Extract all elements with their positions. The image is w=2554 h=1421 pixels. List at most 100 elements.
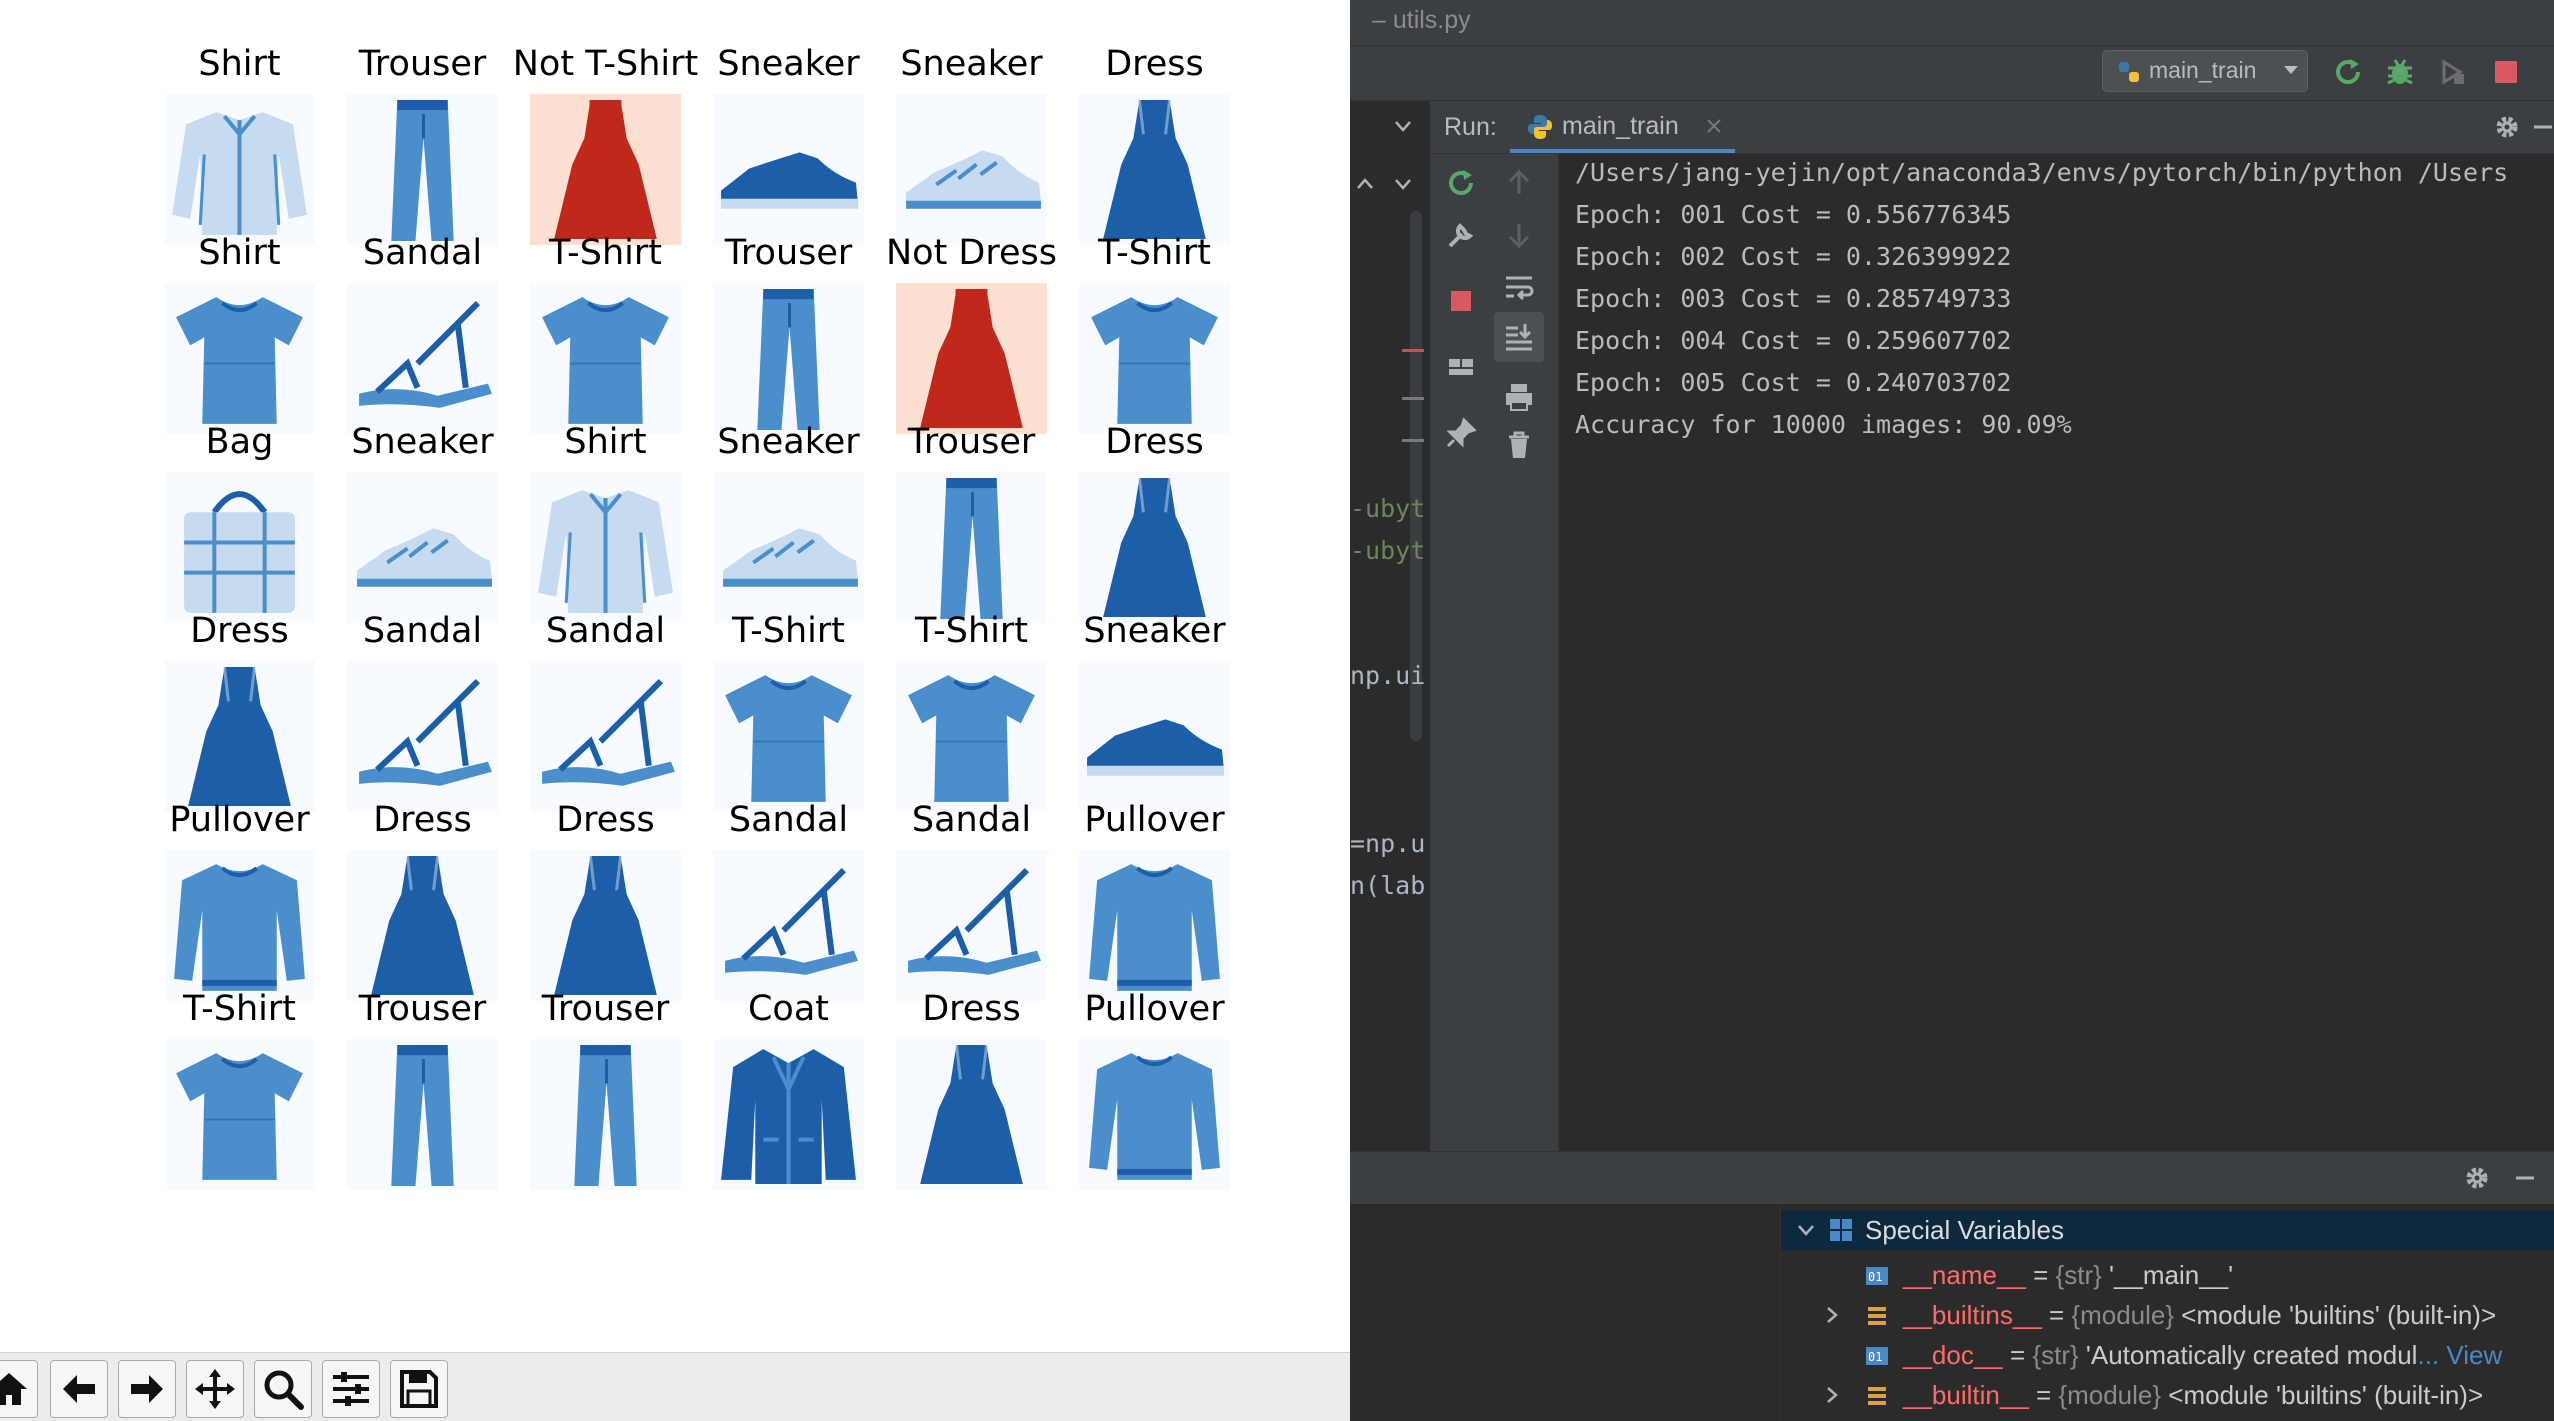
ide-toolbar: main_train: [1350, 46, 2554, 101]
sandal-icon: [359, 300, 492, 408]
variable-row[interactable]: 01 __name__ = {str} '__main__': [1781, 1256, 2554, 1296]
sample-image: [530, 850, 681, 1001]
arrow-up-icon[interactable]: [1502, 166, 1536, 200]
sample-image: [713, 472, 864, 623]
save-button[interactable]: [390, 1360, 448, 1418]
stop-icon[interactable]: [1444, 284, 1478, 318]
matplotlib-toolbar: [0, 1352, 1350, 1421]
grid-cell: Sandal: [514, 611, 697, 812]
prediction-label: T-Shirt: [1097, 233, 1212, 273]
grid-cell: Sneaker: [331, 422, 514, 623]
gear-icon[interactable]: [2462, 1163, 2492, 1193]
grid-cell: Sandal: [331, 611, 514, 812]
sneaker-icon: [1087, 719, 1224, 776]
change-marker: [1402, 439, 1424, 442]
trash-icon[interactable]: [1502, 428, 1536, 462]
gear-icon[interactable]: [2492, 112, 2522, 142]
configure-icon: [333, 1372, 369, 1406]
dress-icon: [1103, 99, 1206, 239]
variable-row[interactable]: __builtins__ = {module} <module 'builtin…: [1781, 1296, 2554, 1336]
python-config-icon: [2119, 62, 2139, 82]
dress-icon: [188, 666, 291, 806]
grid-cell: Dress: [880, 989, 1063, 1190]
layout-icon[interactable]: [1444, 350, 1478, 384]
configure-button[interactable]: [322, 1360, 380, 1418]
grid-cell: Trouser: [331, 989, 514, 1190]
grid-cell: Dress: [1063, 422, 1246, 623]
tshirt-icon: [908, 675, 1035, 802]
grid-cell: Coat: [697, 989, 880, 1190]
variable-equals: =: [2025, 1260, 2056, 1290]
chevron-right-icon[interactable]: [1821, 1384, 1843, 1406]
minimize-icon[interactable]: [2528, 112, 2554, 142]
home-button[interactable]: [0, 1360, 38, 1418]
sample-image: [530, 472, 681, 623]
grid-cell: Pullover: [1063, 989, 1246, 1190]
variable-name: __builtins__: [1903, 1300, 2042, 1330]
rerun-icon[interactable]: [1444, 166, 1478, 200]
soft-wrap-icon[interactable]: [1502, 270, 1536, 304]
pullover-icon: [174, 864, 305, 991]
console-line: Epoch: 003 Cost = 0.285749733: [1575, 284, 2012, 313]
coverage-icon[interactable]: [2436, 56, 2468, 88]
tshirt-icon: [176, 1053, 303, 1180]
sandal-icon: [359, 678, 492, 786]
run-console[interactable]: /Users/jang-yejin/opt/anaconda3/envs/pyt…: [1559, 154, 2554, 1151]
sneaker-icon: [721, 152, 858, 209]
variable-name: __name__: [1903, 1260, 2026, 1290]
dress-icon: [554, 855, 657, 995]
coat-icon: [721, 1049, 856, 1184]
variable-type: {str}: [2055, 1260, 2110, 1290]
debug-icon[interactable]: [2384, 56, 2416, 88]
scroll-to-end-toggle[interactable]: [1494, 312, 1544, 362]
chevron-down-icon[interactable]: [1392, 115, 1414, 137]
chevron-right-icon[interactable]: [1821, 1304, 1843, 1326]
zoom-button[interactable]: [254, 1360, 312, 1418]
minimize-icon[interactable]: [2510, 1163, 2540, 1193]
sample-image: [896, 94, 1047, 245]
wrench-icon[interactable]: [1444, 218, 1478, 252]
scroll-to-end-icon: [1506, 324, 1532, 351]
sample-image: [347, 850, 498, 1001]
grid-cell: Trouser: [697, 233, 880, 434]
print-icon[interactable]: [1502, 380, 1536, 414]
arrow-down-icon[interactable]: [1502, 218, 1536, 252]
shirt-icon: [538, 490, 673, 613]
variable-name: __doc__: [1903, 1340, 2003, 1370]
trouser-icon: [391, 100, 454, 241]
tshirt-icon: [1091, 297, 1218, 424]
grid-cell: T-Shirt: [697, 611, 880, 812]
rerun-icon[interactable]: [2332, 56, 2364, 88]
svg-text:01: 01: [1868, 1270, 1882, 1284]
dress-icon: [1103, 477, 1206, 617]
variable-row[interactable]: __builtin__ = {module} <module 'builtins…: [1781, 1376, 2554, 1416]
variable-row[interactable]: 01 __doc__ = {str} 'Automatically created…: [1781, 1336, 2554, 1376]
grid-cell: T-Shirt: [880, 611, 1063, 812]
python-icon: [1528, 115, 1552, 139]
stop-icon[interactable]: [2490, 56, 2522, 88]
grid-cell: Not Dress: [880, 233, 1063, 434]
view-link[interactable]: ... View: [2417, 1340, 2502, 1370]
tshirt-icon: [725, 675, 852, 802]
back-button[interactable]: [50, 1360, 108, 1418]
special-variables-label: Special Variables: [1865, 1215, 2064, 1245]
prediction-label: Sneaker: [1083, 611, 1226, 651]
run-configuration-dropdown[interactable]: main_train: [2102, 50, 2308, 92]
chevron-down-icon[interactable]: [1795, 1219, 1817, 1241]
sample-image: [164, 850, 315, 1001]
console-line: Epoch: 002 Cost = 0.326399922: [1575, 242, 2012, 271]
chevron-down-icon[interactable]: [1392, 173, 1414, 195]
error-marker: [1402, 349, 1424, 352]
pan-button[interactable]: [186, 1360, 244, 1418]
sample-image: [1079, 661, 1230, 812]
special-variables-node[interactable]: Special Variables: [1781, 1210, 2554, 1250]
variable-value: <module 'builtins' (built-in)>: [2168, 1380, 2484, 1410]
sample-image: [347, 1039, 498, 1190]
pin-icon[interactable]: [1444, 416, 1478, 450]
run-tab-main-train[interactable]: main_train: [1510, 101, 1735, 153]
forward-button[interactable]: [118, 1360, 176, 1418]
run-tab-label: main_train: [1562, 112, 1679, 140]
variable-type: {module}: [2058, 1380, 2169, 1410]
chevron-up-icon[interactable]: [1354, 173, 1376, 195]
close-icon[interactable]: [1705, 117, 1723, 135]
